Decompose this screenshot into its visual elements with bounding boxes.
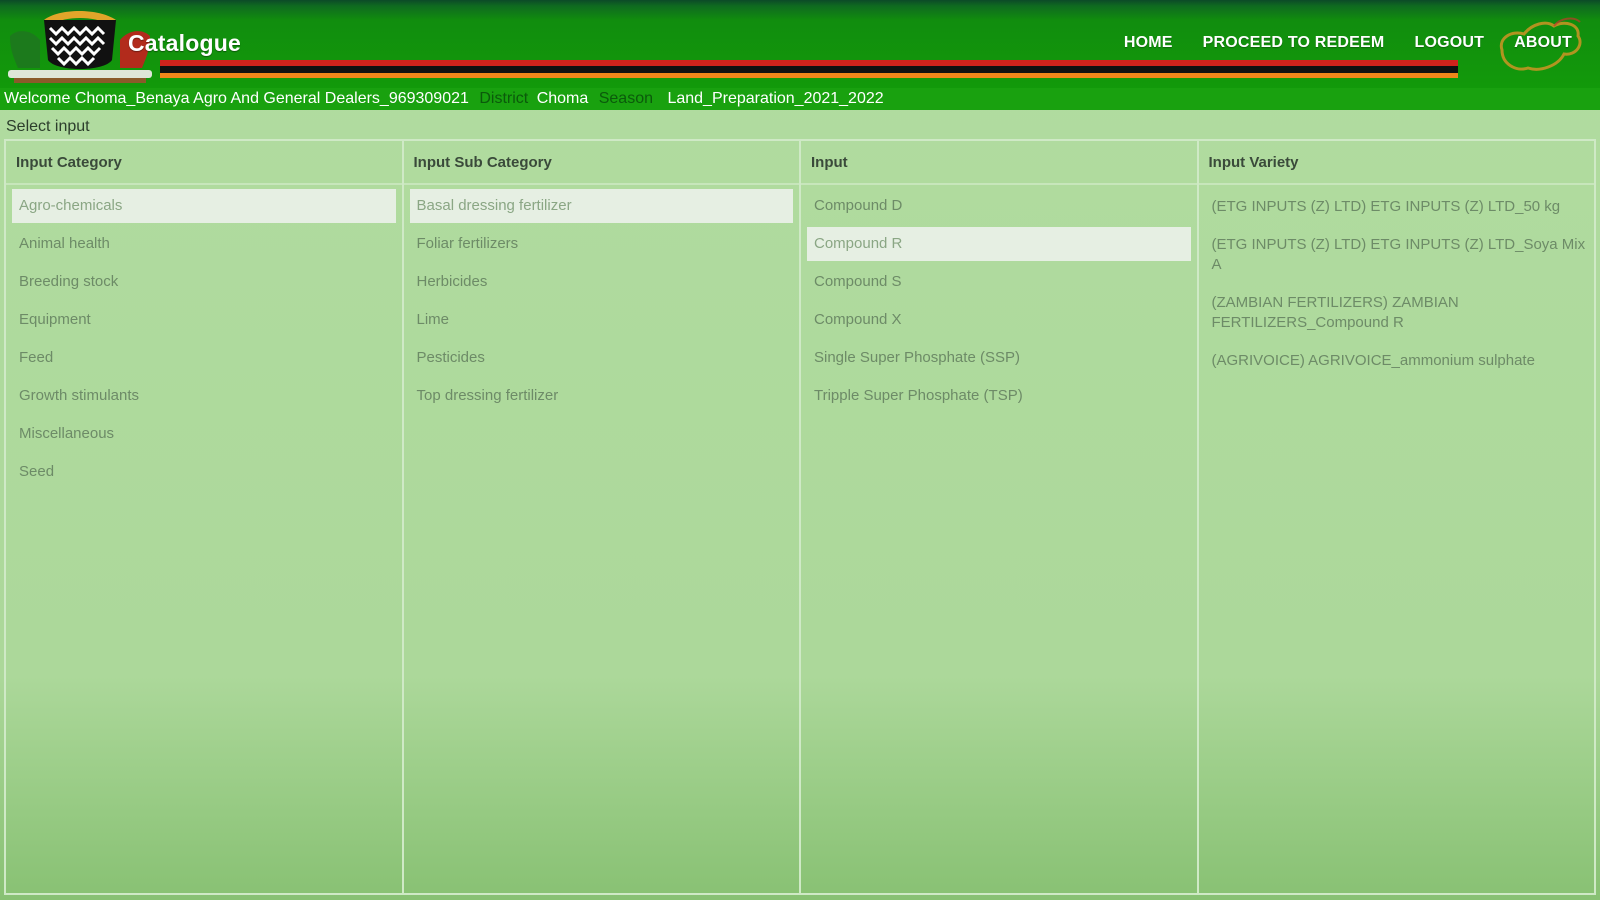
subcategory-item[interactable]: Lime xyxy=(410,303,794,337)
input-item[interactable]: Compound S xyxy=(807,265,1191,299)
category-item[interactable]: Growth stimulants xyxy=(12,379,396,413)
welcome-text: Welcome Choma_Benaya Agro And General De… xyxy=(4,90,469,107)
flag-stripe xyxy=(160,60,1458,78)
district-label: District xyxy=(479,90,529,107)
season-value: Land_Preparation_2021_2022 xyxy=(667,90,884,107)
input-item[interactable]: Compound X xyxy=(807,303,1191,337)
catalogue-columns: Input Category Agro-chemicals Animal hea… xyxy=(4,139,1596,895)
category-item[interactable]: Miscellaneous xyxy=(12,417,396,451)
main-nav: HOME PROCEED TO REDEEM LOGOUT ABOUT xyxy=(1094,34,1572,52)
app-title: Catalogue xyxy=(128,30,241,56)
category-item[interactable]: Equipment xyxy=(12,303,396,337)
subcategory-item[interactable]: Pesticides xyxy=(410,341,794,375)
column-input-sub-category: Input Sub Category Basal dressing fertil… xyxy=(401,139,800,895)
subcategory-list: Basal dressing fertilizer Foliar fertili… xyxy=(404,185,800,421)
variety-item[interactable]: (ZAMBIAN FERTILIZERS) ZAMBIAN FERTILIZER… xyxy=(1205,285,1589,341)
input-item[interactable]: Tripple Super Phosphate (TSP) xyxy=(807,379,1191,413)
column-input-variety: Input Variety (ETG INPUTS (Z) LTD) ETG I… xyxy=(1196,139,1596,895)
subcategory-item[interactable]: Foliar fertilizers xyxy=(410,227,794,261)
category-item[interactable]: Feed xyxy=(12,341,396,375)
subcategory-item[interactable]: Basal dressing fertilizer xyxy=(409,189,793,223)
category-item[interactable]: Breeding stock xyxy=(12,265,396,299)
page-title: Select input xyxy=(6,118,90,135)
input-list: Compound D Compound R Compound S Compoun… xyxy=(801,185,1197,421)
variety-list: (ETG INPUTS (Z) LTD) ETG INPUTS (Z) LTD_… xyxy=(1199,185,1595,385)
column-header: Input Sub Category xyxy=(403,141,799,185)
category-item[interactable]: Agro-chemicals xyxy=(12,189,396,223)
category-item[interactable]: Seed xyxy=(12,455,396,489)
nav-home[interactable]: HOME xyxy=(1124,34,1173,52)
input-item[interactable]: Single Super Phosphate (SSP) xyxy=(807,341,1191,375)
welcome-bar: Welcome Choma_Benaya Agro And General De… xyxy=(0,88,1600,110)
column-header: Input Category xyxy=(6,141,402,185)
column-header: Input xyxy=(801,141,1197,185)
variety-item[interactable]: (ETG INPUTS (Z) LTD) ETG INPUTS (Z) LTD_… xyxy=(1205,189,1589,225)
nav-about[interactable]: ABOUT xyxy=(1514,34,1572,52)
column-input-category: Input Category Agro-chemicals Animal hea… xyxy=(4,139,402,895)
variety-item[interactable]: (AGRIVOICE) AGRIVOICE_ammonium sulphate xyxy=(1205,343,1589,379)
top-header: Catalogue HOME PROCEED TO REDEEM LOGOUT … xyxy=(0,0,1600,90)
variety-item[interactable]: (ETG INPUTS (Z) LTD) ETG INPUTS (Z) LTD_… xyxy=(1205,227,1589,283)
subcategory-item[interactable]: Top dressing fertilizer xyxy=(410,379,794,413)
subcategory-item[interactable]: Herbicides xyxy=(410,265,794,299)
input-item[interactable]: Compound D xyxy=(807,189,1191,223)
column-header: Input Variety xyxy=(1198,141,1594,185)
district-value: Choma xyxy=(536,90,589,107)
input-item[interactable]: Compound R xyxy=(807,227,1191,261)
category-list: Agro-chemicals Animal health Breeding st… xyxy=(6,185,402,497)
nav-logout[interactable]: LOGOUT xyxy=(1414,34,1484,52)
category-item[interactable]: Animal health xyxy=(12,227,396,261)
nav-proceed-to-redeem[interactable]: PROCEED TO REDEEM xyxy=(1203,34,1385,52)
season-label: Season xyxy=(598,90,653,107)
column-input: Input Compound D Compound R Compound S C… xyxy=(799,139,1197,895)
